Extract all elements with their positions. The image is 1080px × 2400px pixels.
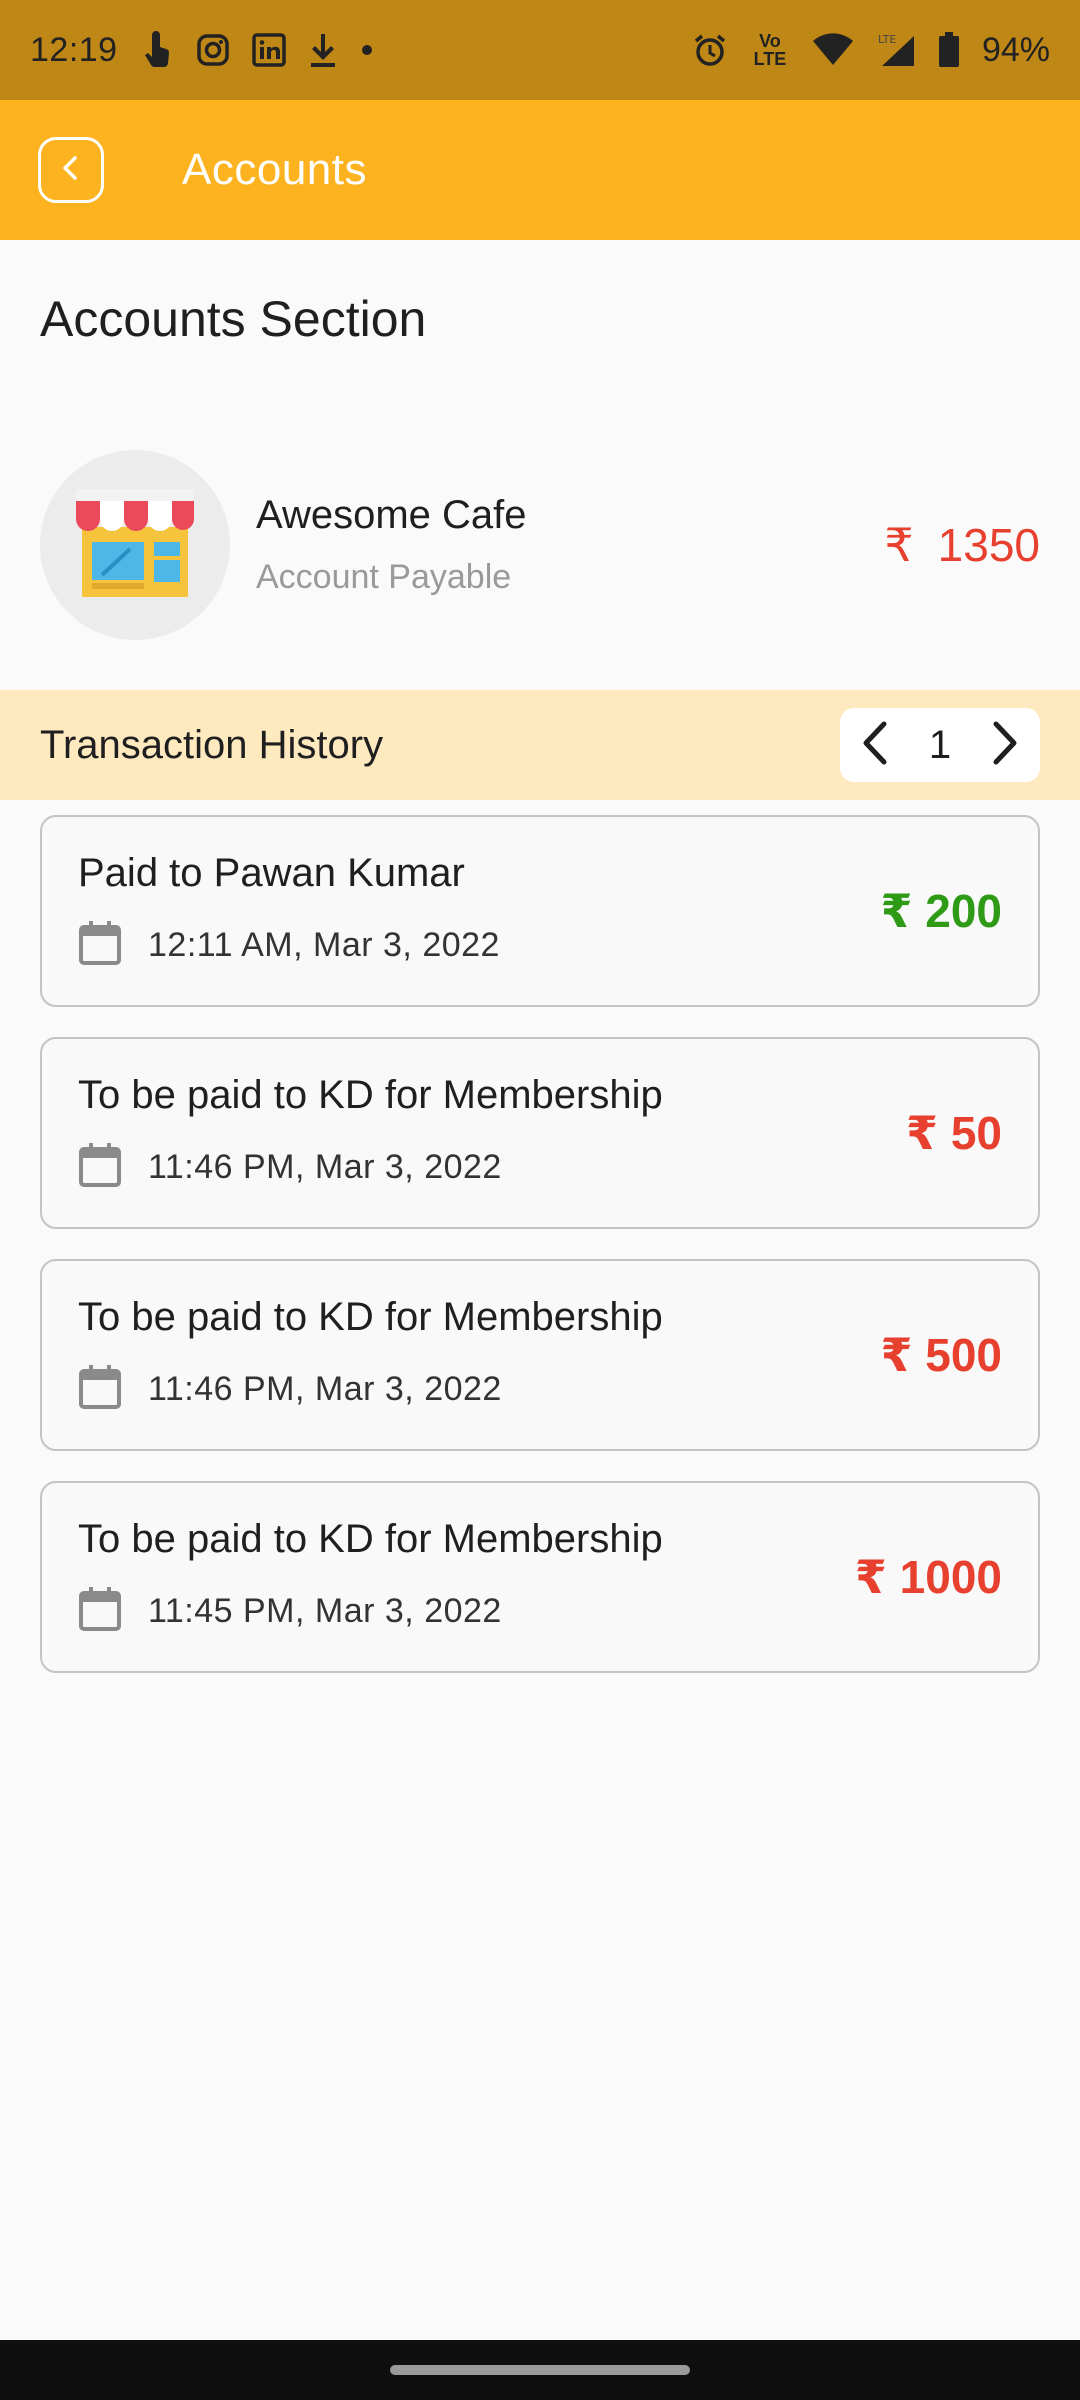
battery-icon — [938, 32, 960, 68]
transaction-date: 11:46 PM, Mar 3, 2022 — [148, 1370, 502, 1408]
wifi-icon — [812, 33, 854, 67]
transaction-amount: ₹ 200 — [880, 885, 1002, 937]
transaction-history-header: Transaction History 1 — [0, 690, 1080, 800]
status-bar: 12:19 Vo LTE LTE 94% — [0, 0, 1080, 100]
system-navigation-bar — [0, 2340, 1080, 2400]
battery-percent: 94% — [981, 30, 1050, 69]
account-balance: ₹ 1350 — [884, 518, 1040, 572]
previous-page-button[interactable] — [858, 720, 894, 771]
next-page-button[interactable] — [986, 720, 1022, 771]
linkedin-icon — [251, 33, 286, 67]
svg-text:LTE: LTE — [878, 33, 896, 46]
volte-label: Vo LTE — [753, 31, 787, 69]
transaction-card[interactable]: To be paid to KD for Membership 11:46 PM… — [40, 1037, 1040, 1229]
calendar-icon — [78, 1364, 122, 1415]
signal-lte-icon: LTE — [876, 32, 916, 68]
transaction-date-row: 11:45 PM, Mar 3, 2022 — [78, 1586, 663, 1637]
calendar-icon — [78, 920, 122, 971]
transaction-date-row: 12:11 AM, Mar 3, 2022 — [78, 920, 500, 971]
download-icon — [308, 32, 338, 68]
transaction-card[interactable]: To be paid to KD for Membership 11:46 PM… — [40, 1259, 1040, 1451]
transaction-card[interactable]: Paid to Pawan Kumar 12:11 AM, Mar 3, 202… — [40, 815, 1040, 1007]
account-name: Awesome Cafe — [256, 493, 527, 537]
chevron-left-icon — [858, 720, 894, 771]
transaction-amount: ₹ 1000 — [854, 1551, 1002, 1603]
alarm-icon — [692, 32, 728, 68]
app-bar: Accounts — [0, 100, 1080, 240]
store-icon — [70, 487, 200, 604]
touch-gesture-icon — [140, 31, 174, 69]
page-title: Accounts Section — [40, 291, 427, 347]
transaction-amount: ₹ 500 — [880, 1329, 1002, 1381]
transaction-details: To be paid to KD for Membership 11:45 PM… — [78, 1517, 663, 1637]
transaction-details: To be paid to KD for Membership 11:46 PM… — [78, 1073, 663, 1193]
transaction-date: 12:11 AM, Mar 3, 2022 — [148, 926, 500, 964]
account-info: Awesome Cafe Account Payable — [256, 493, 884, 597]
instagram-icon — [196, 33, 230, 67]
chevron-right-icon — [986, 720, 1022, 771]
transaction-date-row: 11:46 PM, Mar 3, 2022 — [78, 1364, 663, 1415]
status-left: 12:19 — [30, 31, 374, 70]
app-title: Accounts — [182, 145, 367, 194]
status-time: 12:19 — [30, 30, 118, 69]
calendar-icon — [78, 1142, 122, 1193]
transaction-details: Paid to Pawan Kumar 12:11 AM, Mar 3, 202… — [78, 851, 500, 971]
transaction-card[interactable]: To be paid to KD for Membership 11:45 PM… — [40, 1481, 1040, 1673]
avatar — [40, 450, 230, 640]
transaction-details: To be paid to KD for Membership 11:46 PM… — [78, 1295, 663, 1415]
transaction-description: To be paid to KD for Membership — [78, 1517, 663, 1561]
transaction-list: Paid to Pawan Kumar 12:11 AM, Mar 3, 202… — [40, 815, 1040, 1703]
transaction-description: To be paid to KD for Membership — [78, 1073, 663, 1117]
transaction-history-title: Transaction History — [40, 722, 384, 767]
account-amount-value: 1350 — [937, 519, 1040, 571]
rupee-symbol: ₹ — [884, 519, 914, 571]
transaction-amount: ₹ 50 — [906, 1107, 1002, 1159]
transaction-date-row: 11:46 PM, Mar 3, 2022 — [78, 1142, 663, 1193]
home-gesture-handle[interactable] — [390, 2365, 690, 2375]
chevron-left-icon — [56, 153, 86, 188]
transaction-date: 11:46 PM, Mar 3, 2022 — [148, 1148, 502, 1186]
account-summary[interactable]: Awesome Cafe Account Payable ₹ 1350 — [40, 450, 1040, 640]
pagination-control: 1 — [840, 708, 1040, 782]
status-right: Vo LTE LTE 94% — [692, 31, 1050, 70]
more-notifications-dot-icon — [360, 43, 374, 57]
transaction-description: To be paid to KD for Membership — [78, 1295, 663, 1339]
account-type: Account Payable — [256, 558, 512, 596]
current-page-number: 1 — [928, 722, 952, 767]
transaction-description: Paid to Pawan Kumar — [78, 851, 465, 895]
transaction-date: 11:45 PM, Mar 3, 2022 — [148, 1592, 502, 1630]
calendar-icon — [78, 1586, 122, 1637]
back-button[interactable] — [38, 137, 104, 203]
